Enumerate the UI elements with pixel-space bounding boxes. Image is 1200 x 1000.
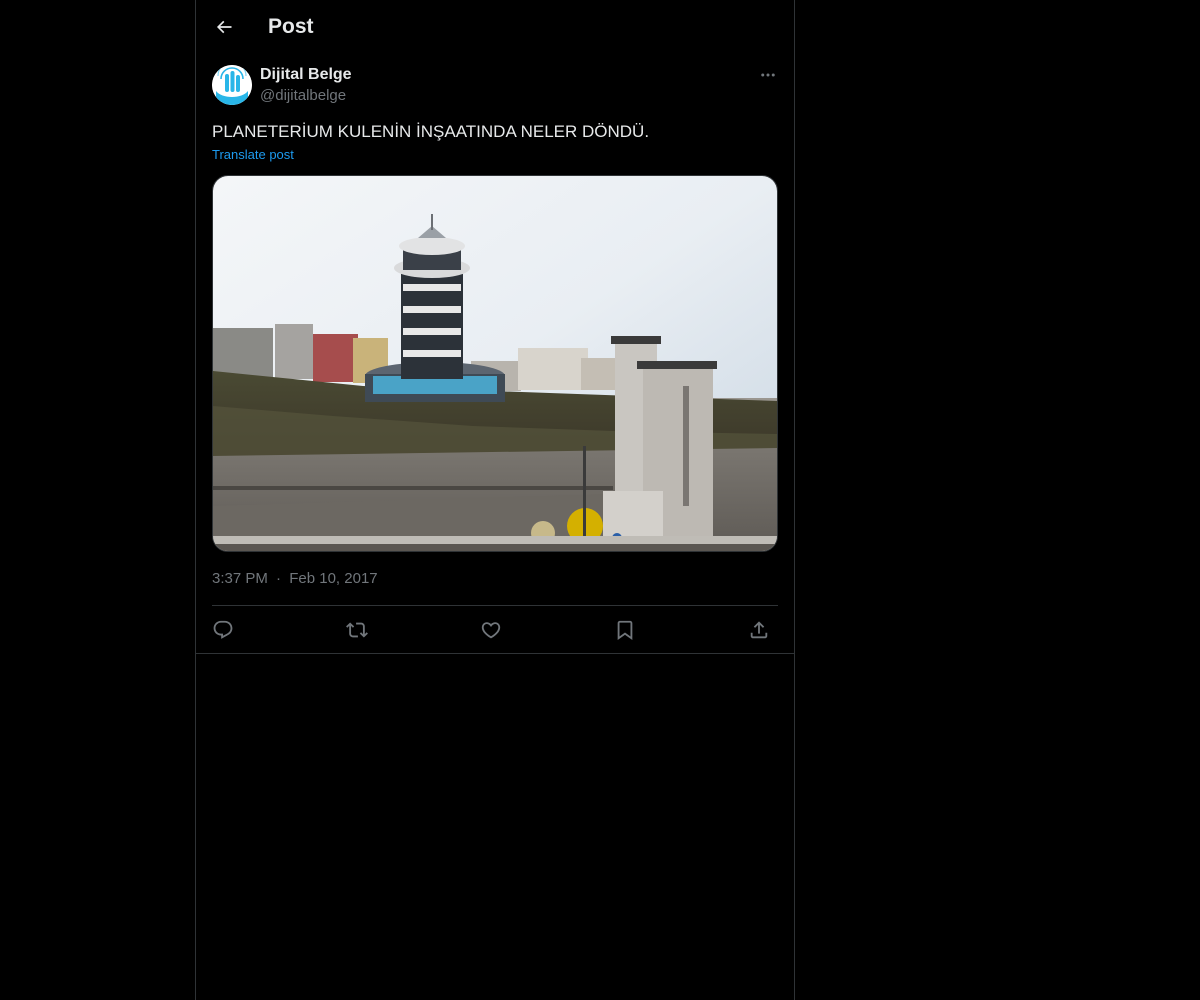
reply-button[interactable] (210, 617, 236, 643)
post-time: 3:37 PM (212, 570, 268, 587)
post-text: PLANETERİUM KULENİN İNŞAATINDA NELER DÖN… (212, 122, 650, 141)
page-title: Post (268, 15, 314, 38)
timestamp-separator: · (276, 570, 282, 587)
bookmark-button[interactable] (612, 617, 638, 643)
repost-button[interactable] (344, 617, 370, 643)
post-image[interactable] (212, 175, 778, 552)
post-actions-bar (212, 606, 778, 653)
like-icon (481, 622, 501, 639)
post-author: Dijital Belge @dijitalbelge (212, 64, 778, 108)
reply-icon (213, 620, 233, 639)
post-detail-column: Post Dijital Belge @dijitalbelge PLANETE… (195, 0, 795, 1000)
translate-post-link[interactable]: Translate post (212, 146, 294, 164)
back-button[interactable] (206, 9, 242, 45)
divider (196, 653, 794, 654)
page-header: Post (196, 0, 794, 54)
post-date: Feb 10, 2017 (289, 570, 378, 587)
more-horizontal-icon (761, 73, 775, 77)
author-name[interactable]: Dijital Belge (260, 65, 352, 85)
avatar[interactable] (212, 65, 252, 105)
author-handle[interactable]: @dijitalbelge (260, 86, 346, 106)
bookmark-icon (617, 620, 633, 641)
repost-icon (346, 622, 368, 638)
share-icon (750, 621, 768, 639)
photo (213, 176, 777, 551)
post-timestamp[interactable]: 3:37 PM · Feb 10, 2017 (212, 569, 378, 589)
arrow-left-icon (216, 20, 232, 34)
more-options-button[interactable] (756, 64, 780, 86)
hand-tap-logo (212, 65, 252, 105)
like-button[interactable] (478, 617, 504, 643)
share-button[interactable] (746, 617, 772, 643)
